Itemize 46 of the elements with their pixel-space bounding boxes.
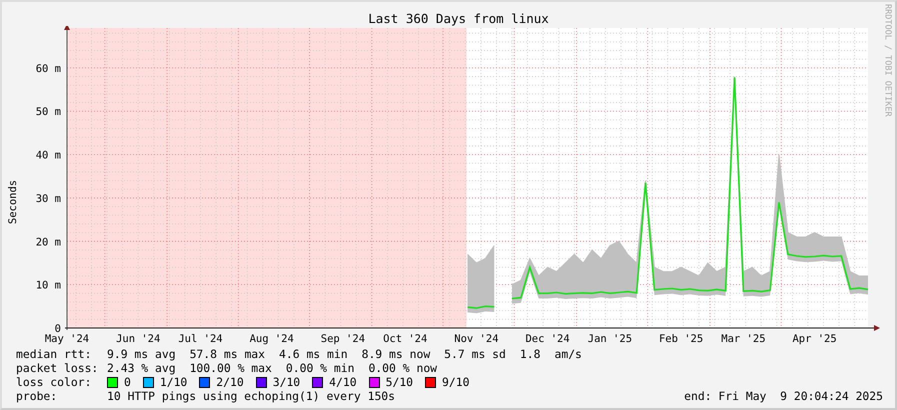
legend-value: 2/10 <box>216 375 244 389</box>
y-tick-label: 20 m <box>36 236 61 248</box>
legend-label: median rtt: <box>16 347 92 361</box>
end-time: end: Fri May 9 20:04:24 2025 <box>684 389 883 403</box>
x-tick-label: Aug '24 <box>250 333 294 345</box>
legend-label: probe: <box>16 389 58 403</box>
x-tick-label: Dec '24 <box>525 333 570 345</box>
legend-value: am/s <box>554 347 582 361</box>
chart-title: Last 360 Days from linux <box>368 12 549 26</box>
y-tick-label: 30 m <box>36 192 61 205</box>
legend-value: 0.00 % min <box>286 361 354 375</box>
legend-value: 2.43 % avg <box>107 361 176 375</box>
y-tick-label: 0 <box>54 323 61 335</box>
y-tick-label: 60 m <box>36 62 61 75</box>
x-tick-label: Apr '25 <box>792 333 837 345</box>
legend-value: 57.8 ms max <box>190 347 266 361</box>
legend-value: 5/10 <box>386 375 414 389</box>
y-tick-label: 50 m <box>36 106 61 118</box>
legend-value: 100.00 % max <box>190 361 272 375</box>
x-tick-label: May '24 <box>44 333 90 345</box>
legend-label: packet loss: <box>16 361 100 375</box>
legend-value: 10 HTTP pings using echoping(1) every 150s <box>107 389 396 403</box>
legend-value: 9.9 ms avg <box>107 347 176 361</box>
y-tick-label: 40 m <box>36 150 61 162</box>
x-tick-label: Jun '24 <box>116 333 160 345</box>
x-tick-label: Jan '25 <box>588 333 632 345</box>
x-tick-label: Oct '24 <box>383 333 428 345</box>
y-tick-label: 10 m <box>36 280 61 292</box>
legend-value: 0.00 % now <box>368 361 438 375</box>
legend-value: 1/10 <box>160 375 188 389</box>
legend-value: 8.9 ms now <box>362 347 430 361</box>
x-tick-label: Mar '25 <box>721 333 766 345</box>
x-tick-label: Nov '24 <box>454 333 499 345</box>
credit-text: RRDTOOL / TOBI OETIKER <box>882 4 892 117</box>
legend-value: 9/10 <box>442 375 470 389</box>
y-axis-title: Seconds <box>7 180 19 224</box>
legend-value: 4.6 ms min <box>279 347 348 361</box>
legend-label: loss color: <box>16 375 92 389</box>
legend-value: 5.7 ms sd <box>444 347 506 361</box>
x-tick-label: Jul '24 <box>178 333 223 345</box>
x-tick-label: Sep '24 <box>320 333 366 345</box>
x-tick-label: Feb '25 <box>658 333 704 345</box>
legend-value: 3/10 <box>272 375 300 389</box>
legend-value: 4/10 <box>329 375 357 389</box>
legend-value: 0 <box>124 375 131 389</box>
legend-value: 1.8 <box>520 347 540 361</box>
